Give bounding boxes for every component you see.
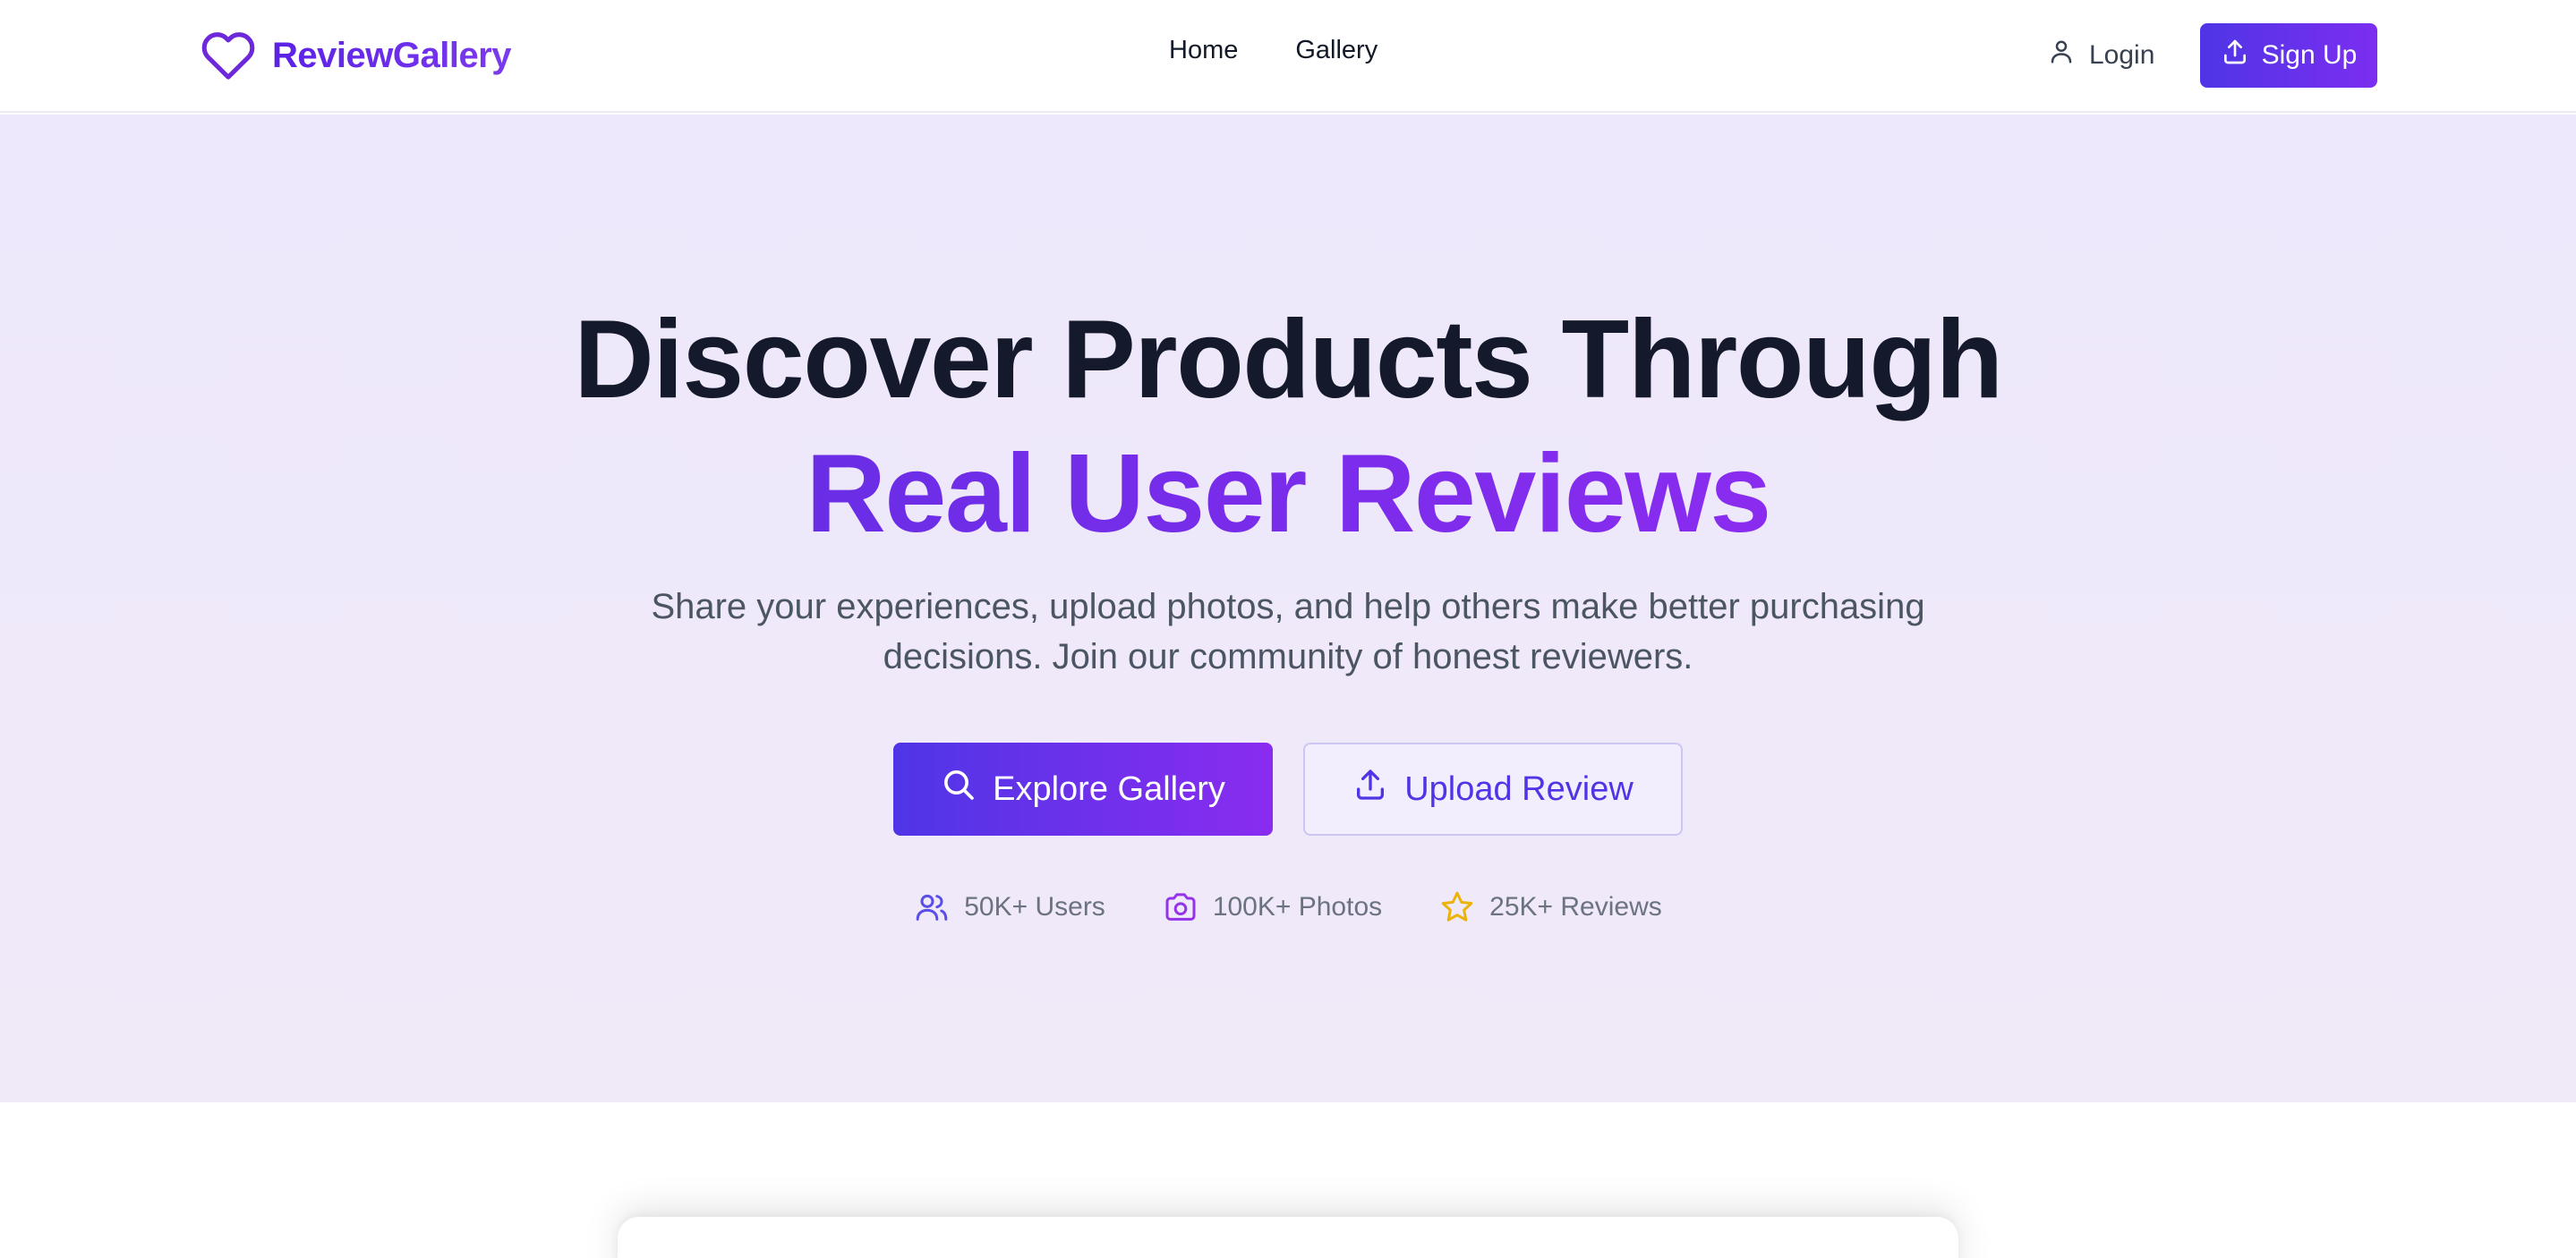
- stat-photos-label: 100K+ Photos: [1212, 892, 1383, 922]
- hero-stats: 50K+ Users 100K+ Photos 25K+ Reviews: [0, 889, 2576, 925]
- users-icon: [914, 889, 950, 925]
- main-nav: Home Gallery: [1169, 36, 1378, 65]
- stat-users-label: 50K+ Users: [964, 892, 1105, 922]
- hero-headline: Discover Products Through: [574, 298, 2003, 421]
- heart-icon: [200, 30, 256, 81]
- page: ReviewGallery Home Gallery Login Sign Up…: [0, 0, 2576, 1258]
- login-button[interactable]: Login: [2048, 32, 2154, 79]
- login-label: Login: [2089, 40, 2155, 70]
- stat-reviews-label: 25K+ Reviews: [1489, 892, 1662, 922]
- hero-section: Discover Products Through Real User Revi…: [0, 115, 2576, 1102]
- star-icon: [1439, 889, 1475, 925]
- stat-photos: 100K+ Photos: [1163, 889, 1382, 925]
- brand-logo-link[interactable]: ReviewGallery: [200, 27, 512, 84]
- signup-button[interactable]: Sign Up: [2200, 23, 2377, 88]
- nav-item-gallery[interactable]: Gallery: [1295, 36, 1378, 65]
- hero-subtitle: Share your experiences, upload photos, a…: [651, 587, 1925, 676]
- signup-label: Sign Up: [2261, 40, 2358, 70]
- hero-headline-highlight-text: Real User Reviews: [806, 432, 1771, 556]
- site-header: ReviewGallery Home Gallery Login Sign Up: [0, 0, 2576, 113]
- brand-name: ReviewGallery: [272, 35, 512, 75]
- camera-icon: [1163, 889, 1198, 925]
- upload-review-label: Upload Review: [1404, 769, 1633, 808]
- nav-item-home[interactable]: Home: [1169, 36, 1238, 65]
- upload-icon: [1352, 767, 1388, 812]
- user-icon: [2048, 38, 2075, 73]
- search-icon: [941, 767, 977, 812]
- stat-users: 50K+ Users: [914, 889, 1105, 925]
- hero-headline-highlight: Real User Reviews: [0, 428, 2576, 561]
- explore-gallery-button[interactable]: Explore Gallery: [893, 743, 1273, 836]
- content-card: [618, 1217, 1958, 1258]
- explore-gallery-label: Explore Gallery: [993, 769, 1225, 808]
- upload-review-button[interactable]: Upload Review: [1303, 743, 1683, 836]
- stat-reviews: 25K+ Reviews: [1439, 889, 1662, 925]
- upload-icon: [2221, 38, 2249, 73]
